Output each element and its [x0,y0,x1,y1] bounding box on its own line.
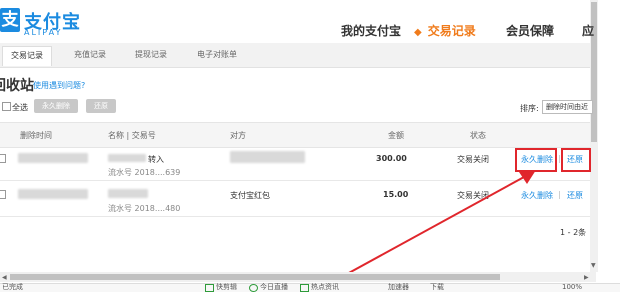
status-text: 已完成 [2,283,23,291]
status-item[interactable]: 加速器 [388,283,409,291]
scroll-right-arrow-icon[interactable]: ▶ [584,274,589,281]
scroll-left-arrow-icon[interactable]: ◀ [2,274,7,281]
status-item[interactable]: 下载 [430,283,444,291]
zoom-level[interactable]: 100% [562,283,582,291]
annotation-arrow-icon [335,170,536,281]
status-item[interactable]: 今日直播 [260,283,288,291]
status-item[interactable]: 快剪辑 [216,283,237,291]
status-item[interactable]: 热点资讯 [311,283,339,291]
horizontal-scroll-thumb[interactable] [10,274,500,280]
